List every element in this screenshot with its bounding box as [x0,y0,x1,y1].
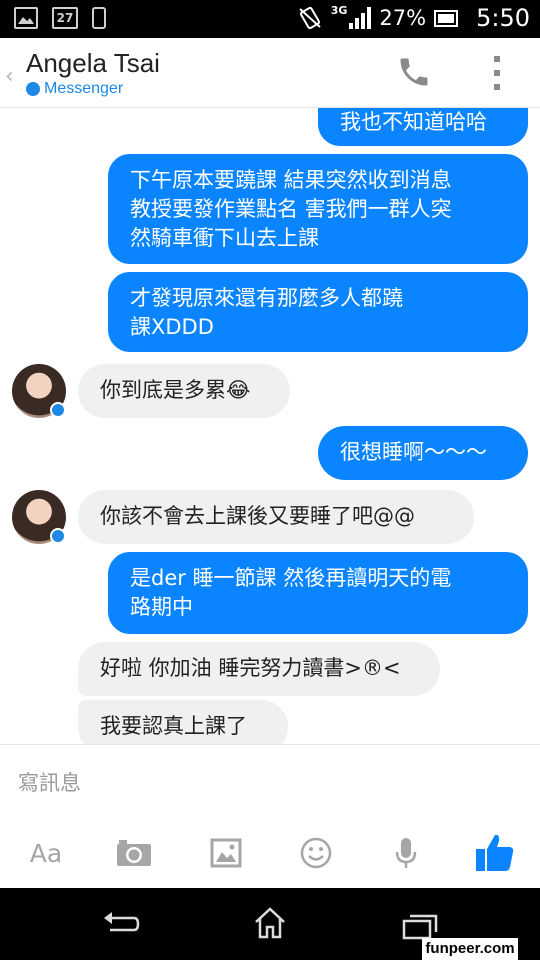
watermark: funpeer.com [422,938,518,960]
message-bubble-outgoing[interactable]: 下午原本要蹺課 結果突然收到消息 教授要發作業點名 害我們一群人突 然騎車衝下山… [108,154,528,264]
message-line: 是der 睡一節課 然後再讀明天的電 [130,566,452,590]
microphone-icon [395,838,417,868]
message-bubble-incoming[interactable]: 好啦 你加油 睡完努力讀書>®< [78,642,440,696]
network-type: 3G [330,4,348,17]
message-bubble-incoming[interactable]: 你該不會去上課後又要睡了吧@@ [78,490,474,544]
message-line: 才發現原來還有那麼多人都蹺 [130,286,403,310]
camera-button[interactable] [114,833,154,873]
battery-percent: 27% [379,6,427,30]
message-text: 很想睡啊～～～ [340,440,487,464]
message-line: 然騎車衝下山去上課 [130,226,319,250]
message-bubble-outgoing[interactable]: 才發現原來還有那麼多人都蹺 課XDDD [108,272,528,352]
message-list[interactable]: 我也不知道哈哈 下午原本要蹺課 結果突然收到消息 教授要發作業點名 害我們一群人… [0,108,540,744]
message-line: 教授要發作業點名 害我們一群人突 [130,197,452,221]
message-bubble-outgoing[interactable]: 很想睡啊～～～ [318,426,528,480]
message-line: 課XDDD [130,315,214,339]
app-label: Messenger [44,80,124,97]
message-text: 好啦 你加油 睡完努力讀書>®< [100,656,401,680]
smiley-icon [300,837,332,869]
recent-apps-icon[interactable] [402,912,438,940]
messenger-badge-icon [50,402,66,418]
status-bar: 27 3G 27% 5:50 [0,0,540,38]
message-bubble-incoming[interactable]: 你到底是多累😂 [78,364,290,418]
back-icon[interactable] [102,910,140,938]
message-bubble-outgoing[interactable]: 是der 睡一節課 然後再讀明天的電 路期中 [108,552,528,634]
vibrate-icon [299,6,321,30]
phone-icon [400,58,428,86]
gallery-button[interactable] [206,833,246,873]
conversation-header: ‹ Angela Tsai Messenger [0,38,540,108]
dot [494,70,500,76]
calendar-notification-icon: 27 [52,7,78,29]
like-button[interactable] [472,829,518,875]
contact-name[interactable]: Angela Tsai [26,48,160,79]
message-input[interactable]: 寫訊息 [18,767,81,797]
app-label-row: Messenger [26,80,123,98]
message-text: 我要認真上課了 [100,714,247,738]
call-button[interactable] [396,54,432,90]
signal-icon [349,7,372,29]
message-line: 路期中 [130,595,193,619]
phone-notification-icon [92,7,106,29]
back-chevron-icon[interactable]: ‹ [5,64,14,89]
dot [494,84,500,90]
voice-button[interactable] [386,833,426,873]
camera-icon [117,840,151,866]
image-icon [210,838,242,868]
sticker-button[interactable] [296,833,336,873]
battery-icon [434,9,459,27]
dot [494,56,500,62]
message-bubble-incoming[interactable]: 我要認真上課了 [78,700,288,744]
message-bubble-outgoing[interactable]: 我也不知道哈哈 [318,108,528,146]
gallery-notification-icon [14,7,38,29]
thumbs-up-icon [476,834,514,871]
home-icon[interactable] [252,906,288,940]
messenger-badge-icon [50,528,66,544]
message-text: 你該不會去上課後又要睡了吧@@ [100,504,415,528]
more-options-button[interactable] [492,56,502,90]
message-line: 下午原本要蹺課 結果突然收到消息 [130,168,452,192]
text-format-label: Aa [29,838,63,868]
clock: 5:50 [476,4,530,32]
message-text: 我也不知道哈哈 [340,110,487,134]
composer: 寫訊息 Aa [0,744,540,888]
message-text: 你到底是多累😂 [100,378,251,402]
text-format-button[interactable]: Aa [26,833,66,873]
messenger-icon [26,82,40,96]
